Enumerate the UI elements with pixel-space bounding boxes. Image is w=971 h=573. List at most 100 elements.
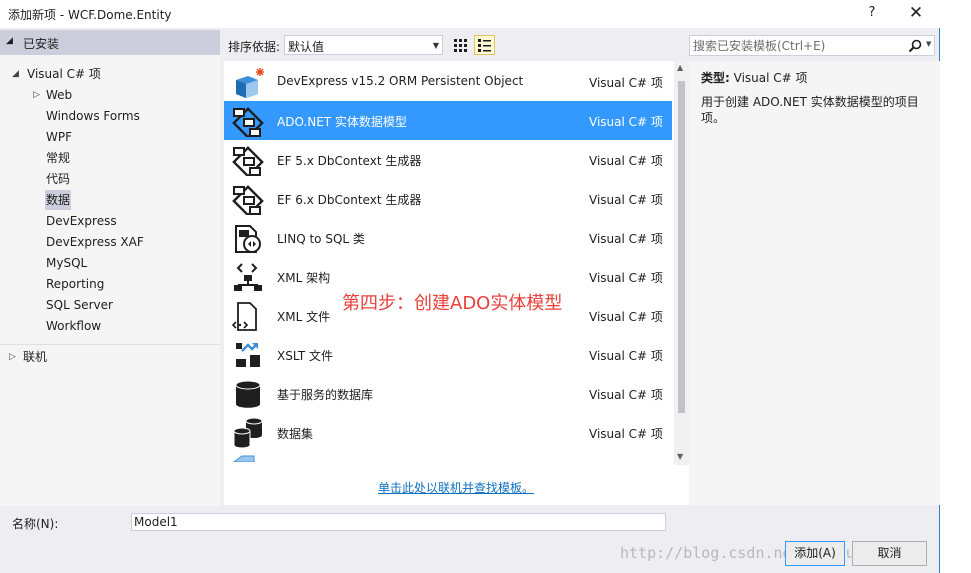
- add-button[interactable]: 添加(A): [785, 541, 845, 566]
- window-title: 添加新项 - WCF.Dome.Entity: [8, 8, 172, 22]
- scrollbar-thumb[interactable]: [678, 81, 685, 413]
- template-language: Visual C# 项: [589, 427, 663, 441]
- tree-item-label: Reporting: [46, 277, 105, 291]
- tree-item-label: Web: [46, 88, 73, 102]
- template-row-ado-net-entity-model[interactable]: ADO.NET 实体数据模型 Visual C# 项: [224, 101, 672, 140]
- list-view-button[interactable]: [474, 35, 495, 55]
- tree-item-label: DevExpress: [46, 214, 117, 228]
- scroll-up-icon[interactable]: ▲: [677, 63, 683, 72]
- search-options-icon[interactable]: ▼: [926, 40, 931, 48]
- xslt-file-icon: [236, 343, 260, 367]
- linq-to-sql-icon: [235, 225, 261, 253]
- background-window-strip: [941, 0, 971, 573]
- grid-view-button[interactable]: [450, 35, 470, 55]
- tree-item-wpf[interactable]: WPF: [0, 127, 220, 147]
- template-language: Visual C# 项: [589, 193, 663, 207]
- find-templates-online-link[interactable]: 单击此处以联机并查找模板。: [378, 479, 534, 496]
- name-input[interactable]: [131, 513, 666, 531]
- tree-item-devexpress[interactable]: DevExpress: [0, 211, 220, 231]
- template-row-linq-to-sql[interactable]: LINQ to SQL 类 Visual C# 项: [224, 218, 672, 257]
- detail-type-value: Visual C# 项: [733, 71, 808, 85]
- search-input[interactable]: [693, 38, 898, 53]
- collapsed-arrow-icon[interactable]: ▷: [9, 347, 16, 367]
- expanded-arrow-icon: ◢: [6, 36, 13, 46]
- template-list: DevExpress v15.2 ORM Persistent Object V…: [224, 61, 689, 505]
- grid-view-icon: [454, 39, 467, 52]
- name-label: 名称(N):: [12, 517, 59, 531]
- step-annotation: 第四步：创建ADO实体模型: [342, 293, 563, 314]
- tree-item-label: 联机: [23, 350, 48, 364]
- collapsed-arrow-icon[interactable]: ▷: [33, 85, 40, 105]
- tree-item-label: DevExpress XAF: [46, 235, 144, 249]
- template-name: EF 5.x DbContext 生成器: [277, 154, 422, 168]
- devexpress-orm-icon: [236, 68, 264, 98]
- expanded-arrow-icon[interactable]: ◢: [12, 64, 19, 84]
- template-name: EF 6.x DbContext 生成器: [277, 193, 422, 207]
- entity-model-icon: [232, 107, 264, 137]
- search-box: ▼: [689, 35, 935, 56]
- template-name: ADO.NET 实体数据模型: [277, 115, 407, 129]
- xml-schema-icon: [234, 263, 262, 291]
- tree-item-visual-csharp[interactable]: ◢ Visual C# 项: [0, 64, 220, 84]
- tree-item-label: Workflow: [46, 319, 102, 333]
- template-row-dataset[interactable]: 数据集 Visual C# 项: [224, 413, 672, 452]
- tree-item-label: Windows Forms: [46, 109, 140, 123]
- partial-template-icon: [233, 455, 255, 462]
- template-name: DevExpress v15.2 ORM Persistent Object: [277, 74, 524, 88]
- template-language: Visual C# 项: [589, 232, 663, 246]
- tree-item-general[interactable]: 常规: [0, 148, 220, 168]
- template-name: XML 文件: [277, 310, 331, 324]
- tree-item-label: 数据: [45, 190, 72, 210]
- template-language: Visual C# 项: [589, 349, 663, 363]
- template-name: LINQ to SQL 类: [277, 232, 365, 246]
- template-row-xslt-file[interactable]: XSLT 文件 Visual C# 项: [224, 335, 672, 374]
- tree-item-label: MySQL: [46, 256, 88, 270]
- xml-file-icon: [232, 302, 257, 331]
- tree-item-web[interactable]: ▷ Web: [0, 85, 220, 105]
- detail-type-key: 类型:: [701, 71, 730, 85]
- add-new-item-dialog: 添加新项 - WCF.Dome.Entity ? ✕ ◢ 已安装 ◢ Visua…: [0, 0, 940, 573]
- tree-item-windows-forms[interactable]: Windows Forms: [0, 106, 220, 126]
- cancel-button[interactable]: 取消: [852, 541, 927, 566]
- detail-type: 类型: Visual C# 项: [701, 69, 808, 86]
- template-name: XSLT 文件: [277, 349, 334, 363]
- template-language: Visual C# 项: [589, 76, 663, 90]
- tree-item-workflow[interactable]: Workflow: [0, 316, 220, 336]
- tree-item-sql-server[interactable]: SQL Server: [0, 295, 220, 315]
- tree-item-label: 代码: [46, 172, 71, 186]
- template-language: Visual C# 项: [589, 271, 663, 285]
- sort-by-label: 排序依据:: [228, 40, 281, 54]
- template-row-devexpress-orm[interactable]: DevExpress v15.2 ORM Persistent Object V…: [224, 62, 672, 101]
- dataset-icon: [233, 417, 263, 449]
- tree-item-label: WPF: [46, 130, 73, 144]
- template-name: XML 架构: [277, 271, 331, 285]
- tree-item-devexpress-xaf[interactable]: DevExpress XAF: [0, 232, 220, 252]
- tree-item-data[interactable]: 数据: [0, 190, 220, 210]
- tree-item-code[interactable]: 代码: [0, 169, 220, 189]
- template-language: Visual C# 项: [589, 115, 663, 129]
- template-list-scrollbar[interactable]: ▲ ▼: [674, 61, 689, 465]
- template-row-ef5-dbcontext[interactable]: EF 5.x DbContext 生成器 Visual C# 项: [224, 140, 672, 179]
- scroll-down-icon[interactable]: ▼: [677, 452, 683, 461]
- template-row-service-based-database[interactable]: 基于服务的数据库 Visual C# 项: [224, 374, 672, 413]
- tree-item-online[interactable]: ▷ 联机: [0, 347, 220, 367]
- close-button[interactable]: ✕: [904, 2, 928, 24]
- tree-item-reporting[interactable]: Reporting: [0, 274, 220, 294]
- sort-by-value: 默认值: [288, 40, 325, 54]
- search-icon[interactable]: [907, 38, 923, 54]
- sort-by-select[interactable]: 默认值 ▼: [284, 35, 443, 55]
- tree-item-mysql[interactable]: MySQL: [0, 253, 220, 273]
- tree-item-label: 常规: [46, 151, 71, 165]
- detail-description: 用于创建 ADO.NET 实体数据模型的项目项。: [701, 95, 919, 125]
- dbcontext-generator-icon: [232, 146, 264, 176]
- chevron-down-icon: ▼: [432, 41, 439, 50]
- installed-header[interactable]: ◢ 已安装: [0, 30, 220, 55]
- help-button[interactable]: ?: [860, 2, 884, 24]
- installed-label: 已安装: [23, 37, 60, 51]
- template-name: 基于服务的数据库: [277, 388, 374, 402]
- template-name: 数据集: [277, 427, 314, 441]
- list-view-icon: [478, 39, 491, 52]
- tree-divider: [0, 344, 220, 345]
- template-row-ef6-dbcontext[interactable]: EF 6.x DbContext 生成器 Visual C# 项: [224, 179, 672, 218]
- template-language: Visual C# 项: [589, 310, 663, 324]
